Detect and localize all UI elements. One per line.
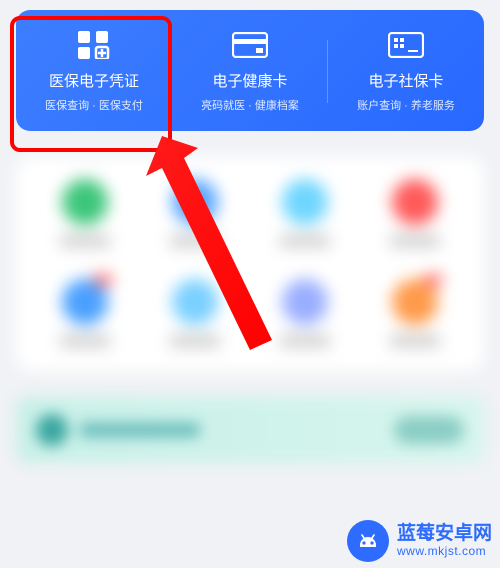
card-subtitle: 亮码就医 · 健康档案 xyxy=(201,97,299,113)
service-item[interactable] xyxy=(50,279,120,347)
banner-icon xyxy=(36,414,68,446)
service-row xyxy=(30,179,470,247)
service-item[interactable] xyxy=(160,179,230,247)
service-label xyxy=(390,335,440,347)
banner-text xyxy=(80,423,200,437)
plus-card-icon xyxy=(388,30,424,60)
service-item[interactable] xyxy=(270,179,340,247)
card-subtitle: 账户查询 · 养老服务 xyxy=(357,97,455,113)
service-item[interactable] xyxy=(50,179,120,247)
service-icon xyxy=(282,179,328,225)
service-item[interactable] xyxy=(160,279,230,347)
service-icon xyxy=(392,279,438,325)
top-service-cards: 医保电子凭证 医保查询 · 医保支付 电子健康卡 亮码就医 · 健康档案 电子社… xyxy=(16,10,484,131)
card-title: 电子健康卡 xyxy=(212,70,287,91)
banner-button xyxy=(394,416,464,444)
service-label xyxy=(60,235,110,247)
service-icon xyxy=(172,179,218,225)
card-icon xyxy=(232,30,268,60)
watermark-title: 蓝莓安卓网 xyxy=(397,523,492,545)
card-subtitle: 医保查询 · 医保支付 xyxy=(45,97,143,113)
blurred-promo-banner[interactable] xyxy=(16,397,484,463)
card-title: 电子社保卡 xyxy=(368,70,443,91)
service-label xyxy=(170,235,220,247)
service-label xyxy=(280,335,330,347)
service-row xyxy=(30,279,470,347)
blurred-content-panel xyxy=(16,157,484,371)
card-medical-voucher[interactable]: 医保电子凭证 医保查询 · 医保支付 xyxy=(16,30,172,113)
service-item[interactable] xyxy=(380,179,450,247)
watermark: 蓝莓安卓网 www.mkjst.com xyxy=(347,520,492,562)
card-health-card[interactable]: 电子健康卡 亮码就医 · 健康档案 xyxy=(172,30,328,113)
service-item[interactable] xyxy=(270,279,340,347)
service-icon xyxy=(62,279,108,325)
watermark-url: www.mkjst.com xyxy=(397,545,492,559)
service-icon xyxy=(62,179,108,225)
card-title: 医保电子凭证 xyxy=(49,70,139,91)
watermark-logo-icon xyxy=(347,520,389,562)
service-label xyxy=(390,235,440,247)
service-label xyxy=(60,335,110,347)
service-icon xyxy=(282,279,328,325)
qr-icon xyxy=(76,30,112,60)
service-label xyxy=(170,335,220,347)
service-item[interactable] xyxy=(380,279,450,347)
service-label xyxy=(280,235,330,247)
service-icon xyxy=(392,179,438,225)
service-icon xyxy=(172,279,218,325)
card-social-security[interactable]: 电子社保卡 账户查询 · 养老服务 xyxy=(328,30,484,113)
